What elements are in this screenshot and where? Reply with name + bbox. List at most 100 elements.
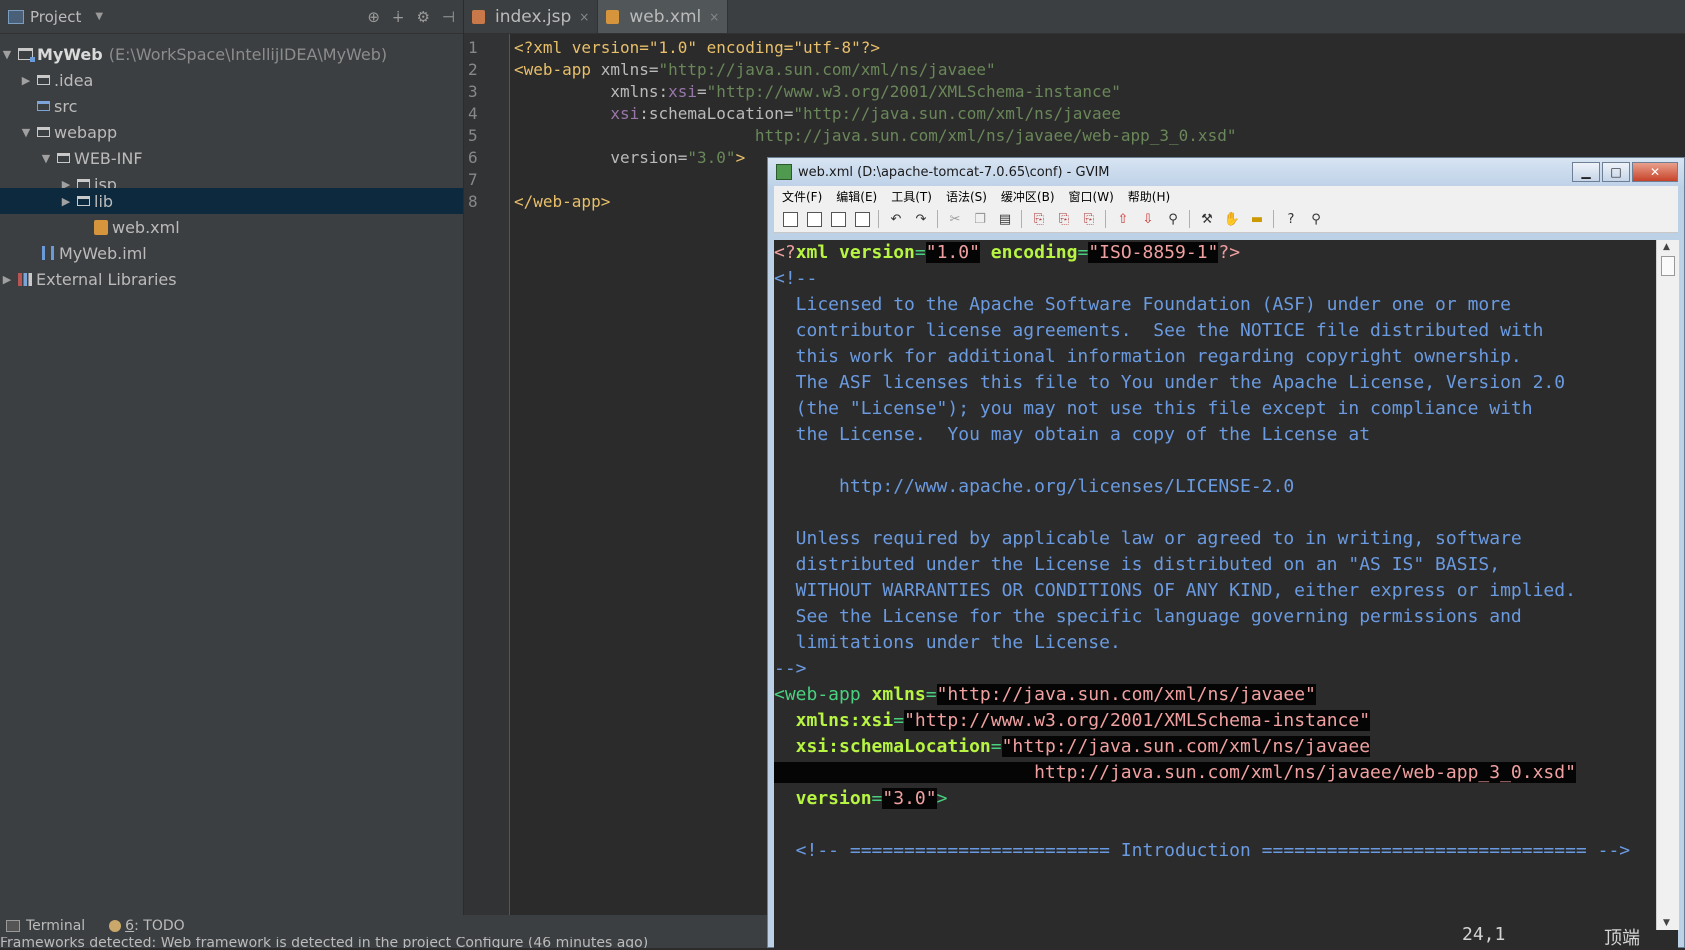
save-all-icon[interactable] xyxy=(831,211,846,227)
tree-item-lib[interactable]: ▶ lib xyxy=(0,188,463,214)
menu-syntax[interactable]: 语法(S) xyxy=(946,188,987,205)
tree-item-path: (E:\WorkSpace\IntellijIDEA\MyWeb) xyxy=(108,44,388,64)
find-prev-icon[interactable]: ⎘ xyxy=(1081,211,1097,227)
menu-buffers[interactable]: 缓冲区(B) xyxy=(1001,188,1055,205)
run-script-icon[interactable]: ⚲ xyxy=(1165,211,1181,227)
tree-item-myweb[interactable]: ▼ MyWeb (E:\WorkSpace\IntellijIDEA\MyWeb… xyxy=(0,41,463,67)
code-line: <?xml version="1.0" encoding="utf-8"?> xyxy=(514,38,881,57)
load-session-icon[interactable]: ⇧ xyxy=(1115,211,1131,227)
vim-line: version="3.0"> xyxy=(774,788,948,809)
help-icon[interactable]: ? xyxy=(1283,211,1299,227)
save-icon[interactable] xyxy=(807,211,822,227)
toolbar-separator xyxy=(1273,210,1274,228)
line-number: 7 xyxy=(468,170,478,189)
tab-index-jsp[interactable]: index.jsp × xyxy=(464,0,599,33)
redo-icon[interactable]: ↷ xyxy=(913,211,929,227)
expand-arrow-icon[interactable]: ▼ xyxy=(0,48,14,61)
minimize-button[interactable]: ▁ xyxy=(1572,162,1600,182)
gear-icon[interactable]: ⚙ xyxy=(416,8,429,26)
maximize-button[interactable]: □ xyxy=(1602,162,1630,182)
editor-tab-bar: index.jsp × web.xml × xyxy=(464,0,1685,34)
editor-gutter: 1 2 3 4 5 6 7 8 xyxy=(464,34,510,915)
make-icon[interactable]: ⚒ xyxy=(1199,211,1215,227)
undo-icon[interactable]: ↶ xyxy=(888,211,904,227)
tab-label: index.jsp xyxy=(495,6,572,27)
line-number: 3 xyxy=(468,82,478,101)
gvim-title: web.xml (D:\apache-tomcat-7.0.65\conf) -… xyxy=(798,164,1110,180)
tree-item-web-inf[interactable]: ▼ WEB-INF xyxy=(0,145,463,171)
vim-line: the License. You may obtain a copy of th… xyxy=(774,424,1371,445)
vim-line: WITHOUT WARRANTIES OR CONDITIONS OF ANY … xyxy=(774,580,1576,601)
cut-icon[interactable]: ✂ xyxy=(947,211,963,227)
menu-edit[interactable]: 编辑(E) xyxy=(836,188,877,205)
scrollbar-thumb[interactable] xyxy=(1661,256,1675,276)
tree-item-web-xml[interactable]: web.xml xyxy=(0,214,463,240)
tree-item-label: .idea xyxy=(54,70,94,90)
code-line: xsi:schemaLocation="http://java.sun.com/… xyxy=(514,104,1121,123)
menu-file[interactable]: 文件(F) xyxy=(782,188,822,205)
iml-file-icon xyxy=(42,246,54,260)
expand-arrow-icon[interactable]: ▶ xyxy=(59,195,73,208)
vim-line: --> xyxy=(774,658,807,679)
tree-item-idea[interactable]: ▶ .idea xyxy=(0,67,463,93)
gvim-title-bar[interactable]: web.xml (D:\apache-tomcat-7.0.65\conf) -… xyxy=(768,158,1684,186)
expand-arrow-icon[interactable]: ▶ xyxy=(0,273,14,286)
close-button[interactable]: ✕ xyxy=(1632,162,1678,182)
todo-button[interactable]: 6: TODO xyxy=(109,918,185,934)
todo-icon xyxy=(109,920,122,932)
expand-arrow-icon[interactable]: ▼ xyxy=(39,152,53,165)
terminal-label: Terminal xyxy=(26,918,86,934)
tree-item-src[interactable]: src xyxy=(0,93,463,119)
vim-line: The ASF licenses this file to You under … xyxy=(774,372,1566,393)
copy-icon[interactable]: ❐ xyxy=(972,211,988,227)
menu-tools[interactable]: 工具(T) xyxy=(891,188,932,205)
vim-text-area[interactable]: <?xml version="1.0" encoding="ISO-8859-1… xyxy=(774,240,1656,930)
menu-help[interactable]: 帮助(H) xyxy=(1128,188,1170,205)
gvim-window: web.xml (D:\apache-tomcat-7.0.65\conf) -… xyxy=(767,157,1685,949)
project-panel-title: Project xyxy=(30,7,82,26)
tree-item-label: webapp xyxy=(54,122,118,142)
close-icon[interactable]: × xyxy=(709,10,719,24)
libraries-icon xyxy=(18,272,32,286)
line-number: 6 xyxy=(468,148,478,167)
jump-tag-icon[interactable]: ▬ xyxy=(1249,211,1265,227)
collapse-all-icon[interactable]: ∔ xyxy=(392,8,405,26)
close-icon[interactable]: × xyxy=(579,10,589,24)
find-help-icon[interactable]: ⚲ xyxy=(1308,211,1324,227)
menu-window[interactable]: 窗口(W) xyxy=(1069,188,1114,205)
status-bar: Frameworks detected: Web framework is de… xyxy=(0,937,770,948)
tree-item-label: src xyxy=(54,96,78,116)
folder-icon xyxy=(37,127,50,137)
hide-panel-icon[interactable]: ⊣ xyxy=(442,8,455,26)
tags-icon[interactable]: ✋ xyxy=(1224,211,1240,227)
expand-arrow-icon[interactable]: ▼ xyxy=(19,126,33,139)
save-session-icon[interactable]: ⇩ xyxy=(1140,211,1156,227)
open-icon[interactable] xyxy=(783,211,798,227)
tree-item-webapp[interactable]: ▼ webapp xyxy=(0,119,463,145)
tab-web-xml[interactable]: web.xml × xyxy=(598,0,729,33)
code-line: http://java.sun.com/xml/ns/javaee/web-ap… xyxy=(514,126,1237,145)
terminal-button[interactable]: Terminal xyxy=(6,918,85,934)
scroll-up-icon[interactable]: ▲ xyxy=(1663,242,1670,252)
vim-line: <!-- xyxy=(774,268,818,289)
vim-line: limitations under the License. xyxy=(774,632,1121,653)
vim-line: (the "License"); you may not use this fi… xyxy=(774,398,1533,419)
tree-item-external-libraries[interactable]: ▶ External Libraries xyxy=(0,266,463,292)
tree-item-label: WEB-INF xyxy=(74,148,143,168)
find-next-icon[interactable]: ⎘ xyxy=(1056,211,1072,227)
replace-icon[interactable]: ⎘ xyxy=(1031,211,1047,227)
scroll-from-source-icon[interactable]: ⊕ xyxy=(367,8,380,26)
project-panel-header[interactable]: Project ▼ ⊕ ∔ ⚙ ⊣ xyxy=(0,0,463,34)
chevron-down-icon[interactable]: ▼ xyxy=(95,11,103,22)
vim-line: distributed under the License is distrib… xyxy=(774,554,1501,575)
expand-arrow-icon[interactable]: ▶ xyxy=(19,74,33,87)
scroll-down-icon[interactable]: ▼ xyxy=(1663,918,1670,928)
tree-item-myweb-iml[interactable]: MyWeb.iml xyxy=(0,240,463,266)
project-panel: Project ▼ ⊕ ∔ ⚙ ⊣ ▼ MyWeb (E:\WorkSpace\… xyxy=(0,0,464,915)
print-icon[interactable] xyxy=(855,211,870,227)
paste-icon[interactable]: ▤ xyxy=(997,211,1013,227)
vertical-scrollbar[interactable]: ▲ ▼ xyxy=(1656,240,1679,930)
line-number: 4 xyxy=(468,104,478,123)
toolbar-separator xyxy=(937,210,938,228)
vim-line: http://www.apache.org/licenses/LICENSE-2… xyxy=(774,476,1295,497)
